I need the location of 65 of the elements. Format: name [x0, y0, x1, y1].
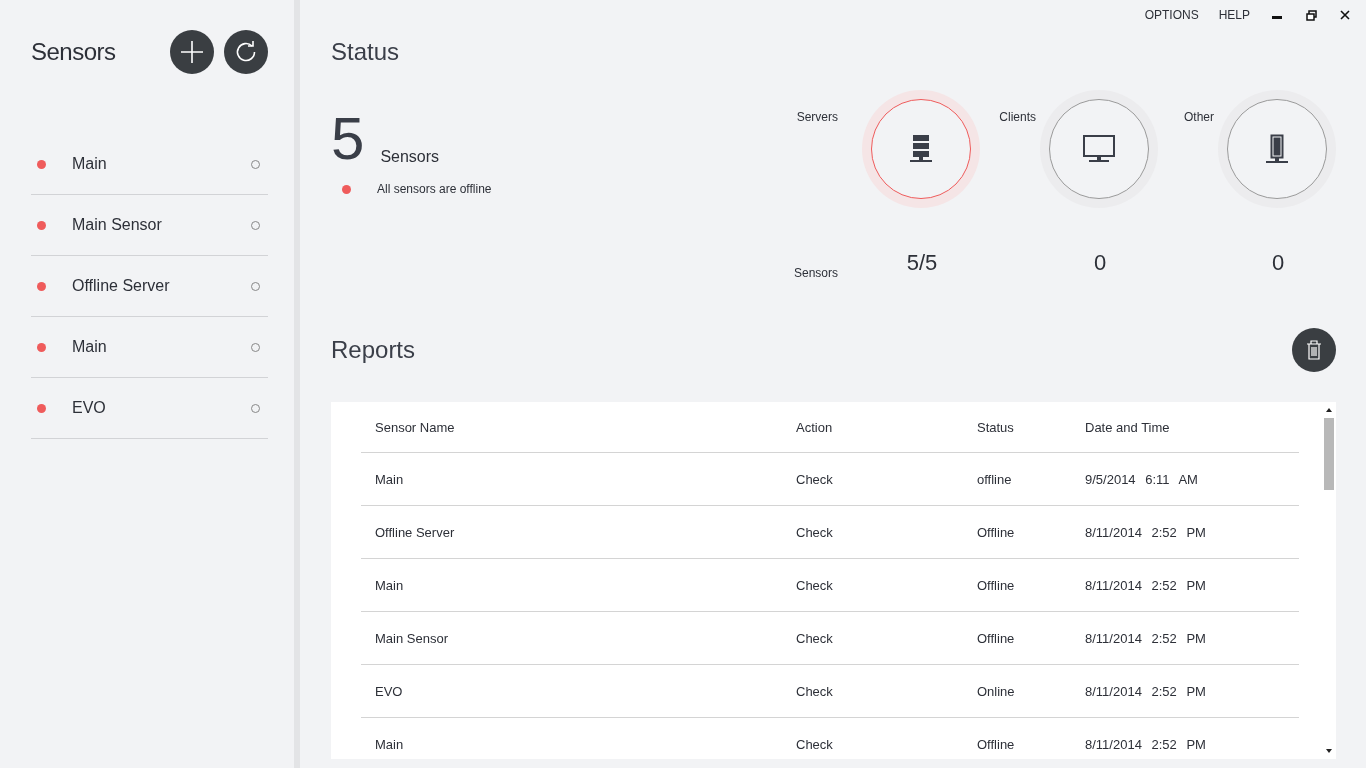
trash-icon	[1306, 340, 1322, 360]
sensor-list-item[interactable]: Main	[31, 317, 268, 378]
refresh-icon	[235, 41, 257, 63]
scroll-down-icon[interactable]	[1325, 747, 1333, 755]
table-cell: Main	[361, 452, 796, 506]
refresh-button[interactable]	[224, 30, 268, 74]
table-cell: Online	[977, 664, 1085, 718]
device-label: Other	[1183, 110, 1214, 124]
table-cell: Check	[796, 664, 977, 718]
table-cell: Offline	[977, 505, 1085, 559]
table-cell: 9/5/2014 6:11 AM	[1085, 452, 1299, 506]
table-cell: Check	[796, 717, 977, 759]
plus-icon	[180, 40, 204, 64]
table-cell: 8/11/2014 2:52 PM	[1085, 558, 1299, 612]
table-cell: Offline	[977, 717, 1085, 759]
status-message: All sensors are offline	[377, 182, 492, 196]
reports-title: Reports	[331, 336, 416, 364]
table-cell: 8/11/2014 2:52 PM	[1085, 664, 1299, 718]
menu-item[interactable]: OPTIONS	[1144, 8, 1199, 22]
scroll-up-icon[interactable]	[1325, 406, 1333, 414]
table-cell: Check	[796, 505, 977, 559]
table-cell: offline	[977, 452, 1085, 506]
device-count: 0	[1092, 250, 1108, 277]
sensor-list-item[interactable]: Main	[31, 134, 268, 195]
table-cell: Check	[796, 452, 977, 506]
table-cell: 8/11/2014 2:52 PM	[1085, 611, 1299, 665]
delete-button[interactable]	[1292, 328, 1336, 372]
column-header: Action	[796, 402, 977, 453]
tower-icon	[1266, 134, 1288, 164]
monitor-icon	[1083, 135, 1115, 163]
add-button[interactable]	[170, 30, 214, 74]
table-cell: Offline Server	[361, 505, 796, 559]
device-count: 0	[1270, 250, 1286, 277]
row-label: Sensors	[793, 266, 838, 280]
sensor-count: 5	[331, 112, 365, 166]
count-label: Sensors	[380, 148, 440, 166]
server-icon	[910, 135, 932, 163]
close-icon	[1340, 10, 1350, 20]
sensor-list-item[interactable]: Offline Server	[31, 256, 268, 317]
table-cell: 8/11/2014 2:52 PM	[1085, 717, 1299, 759]
device-label: Servers	[795, 110, 838, 124]
sensor-list-item[interactable]: Main Sensor	[31, 195, 268, 256]
table-cell: Check	[796, 558, 977, 612]
table-cell: Main	[361, 717, 796, 759]
column-header: Sensor Name	[361, 402, 796, 453]
table-cell: Main Sensor	[361, 611, 796, 665]
table-cell: Offline	[977, 611, 1085, 665]
close-button[interactable]	[1338, 8, 1352, 22]
table-cell: Offline	[977, 558, 1085, 612]
table-cell: Check	[796, 611, 977, 665]
restore-icon	[1305, 9, 1317, 21]
column-header: Status	[977, 402, 1085, 453]
device-label: Clients	[998, 110, 1036, 124]
sidebar-title: Sensors	[31, 38, 116, 66]
status-title: Status	[331, 38, 401, 66]
device-count: 5/5	[905, 250, 939, 277]
table-cell: EVO	[361, 664, 796, 718]
scrollbar-thumb[interactable]	[1324, 418, 1334, 490]
sensor-list-item[interactable]: EVO	[31, 378, 268, 439]
column-header: Date and Time	[1085, 402, 1299, 453]
restore-button[interactable]	[1304, 8, 1318, 22]
table-cell: Main	[361, 558, 796, 612]
menu-item[interactable]: HELP	[1218, 8, 1250, 22]
status-dot	[342, 184, 351, 194]
table-cell: 8/11/2014 2:52 PM	[1085, 505, 1299, 559]
